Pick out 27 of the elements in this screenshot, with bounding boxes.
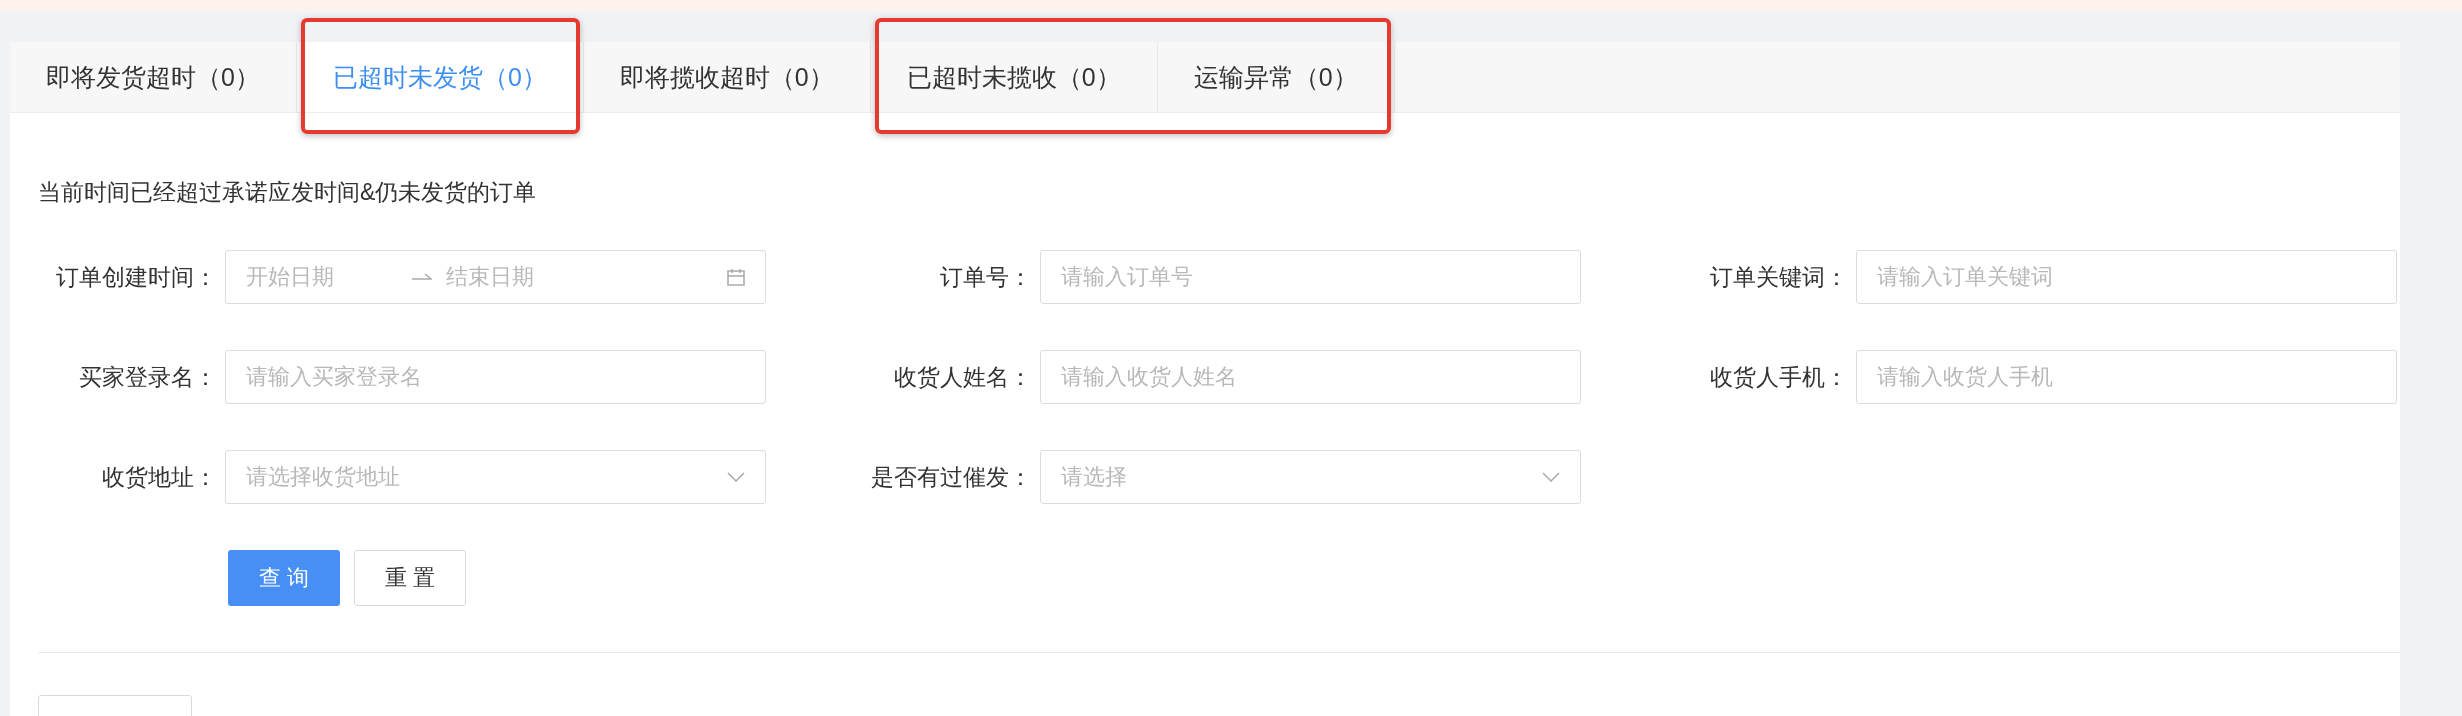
field-label: 订单创建时间： [56, 262, 218, 292]
select-field[interactable]: 请选择 [1040, 450, 1581, 504]
tab[interactable]: 已超时未揽收（0） [870, 42, 1158, 112]
input-field[interactable]: 请输入订单关键词 [1856, 250, 2397, 304]
tab[interactable]: 已超时未发货（0） [296, 42, 584, 112]
date-range-field[interactable]: 开始日期 结束日期 [225, 250, 766, 304]
calendar-icon [727, 268, 745, 286]
input-field[interactable]: 请输入买家登录名 [225, 350, 766, 404]
input-field[interactable]: 请输入订单号 [1040, 250, 1581, 304]
input-field[interactable]: 请输入收货人手机 [1856, 350, 2397, 404]
description-text: 当前时间已经超过承诺应发时间&仍未发货的订单 [38, 178, 538, 207]
input-field[interactable]: 请输入收货人姓名 [1040, 350, 1581, 404]
chevron-down-icon [1542, 472, 1560, 482]
field-label: 收货人手机： [1710, 362, 1849, 392]
field-label: 是否有过催发： [871, 462, 1033, 492]
field-label: 订单号： [940, 262, 1033, 292]
field-label: 买家登录名： [79, 362, 218, 392]
field-label: 订单关键词： [1710, 262, 1849, 292]
field-label: 收货人姓名： [894, 362, 1033, 392]
select-field[interactable]: 请选择收货地址 [225, 450, 766, 504]
tab[interactable]: 运输异常（0） [1157, 42, 1395, 112]
tab[interactable]: 即将揽收超时（0） [583, 42, 871, 112]
search-button[interactable]: 查 询 [228, 550, 340, 606]
chevron-down-icon [727, 472, 745, 482]
tab[interactable]: 即将发货超时（0） [10, 42, 297, 112]
reset-button[interactable]: 重 置 [354, 550, 466, 606]
field-label: 收货地址： [102, 462, 218, 492]
